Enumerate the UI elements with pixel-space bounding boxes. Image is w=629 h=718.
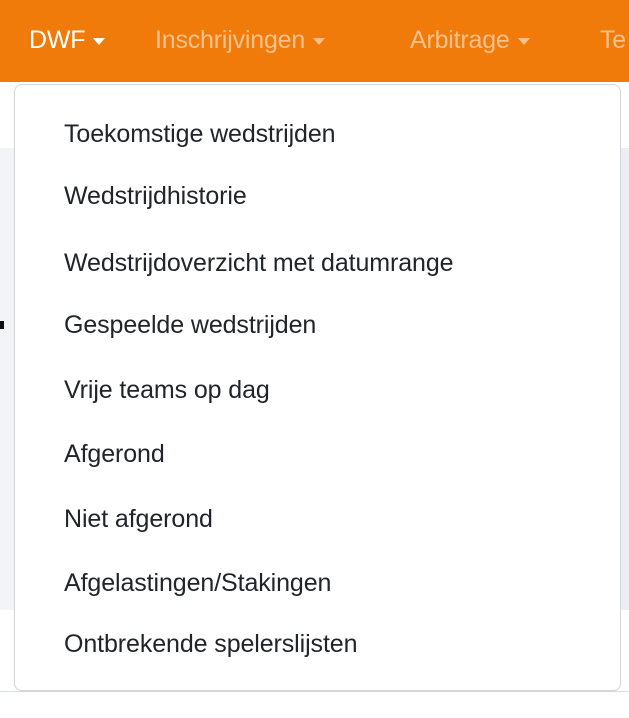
caret-down-icon xyxy=(93,37,106,45)
nav-item-partial[interactable]: Te xyxy=(600,21,626,59)
caret-down-icon xyxy=(517,37,530,45)
menu-item-wedstrijdhistorie[interactable]: Wedstrijdhistorie xyxy=(64,174,247,218)
menu-item-label: Ontbrekende spelerslijsten xyxy=(64,630,358,658)
nav-item-label: Inschrijvingen xyxy=(155,26,306,54)
page-background-edge xyxy=(620,148,629,610)
caret-down-icon xyxy=(313,37,326,45)
nav-item-arbitrage[interactable]: Arbitrage xyxy=(410,21,530,59)
nav-item-label: Te xyxy=(600,26,627,54)
menu-item-wedstrijdoverzicht-met-datumrange[interactable]: Wedstrijdoverzicht met datumrange xyxy=(64,241,454,285)
dwf-dropdown-menu: Toekomstige wedstrijden Wedstrijdhistori… xyxy=(14,84,621,691)
top-navbar: DWF Inschrijvingen Arbitrage Te xyxy=(0,0,629,82)
menu-item-toekomstige-wedstrijden[interactable]: Toekomstige wedstrijden xyxy=(64,112,336,156)
nav-item-label: DWF xyxy=(29,26,86,54)
menu-item-label: Gespeelde wedstrijden xyxy=(64,311,317,339)
menu-item-vrije-teams-op-dag[interactable]: Vrije teams op dag xyxy=(64,368,270,412)
menu-item-gespeelde-wedstrijden[interactable]: Gespeelde wedstrijden xyxy=(64,303,316,347)
menu-item-label: Vrije teams op dag xyxy=(64,376,270,404)
menu-item-label: Niet afgerond xyxy=(64,505,213,533)
menu-item-label: Afgerond xyxy=(64,440,165,468)
menu-item-label: Wedstrijdhistorie xyxy=(64,182,247,210)
menu-item-afgerond[interactable]: Afgerond xyxy=(64,432,165,476)
menu-item-afgelastingen-stakingen[interactable]: Afgelastingen/Stakingen xyxy=(64,561,331,605)
menu-item-ontbrekende-spelerslijsten[interactable]: Ontbrekende spelerslijsten xyxy=(64,622,358,666)
page-divider-line xyxy=(0,691,629,692)
menu-item-label: Toekomstige wedstrijden xyxy=(64,120,336,148)
menu-item-label: Wedstrijdoverzicht met datumrange xyxy=(64,249,454,277)
background-content-fragment xyxy=(0,321,4,329)
nav-item-inschrijvingen[interactable]: Inschrijvingen xyxy=(155,21,326,59)
nav-item-label: Arbitrage xyxy=(410,26,510,54)
nav-item-dwf[interactable]: DWF xyxy=(29,21,106,59)
menu-item-niet-afgerond[interactable]: Niet afgerond xyxy=(64,497,213,541)
menu-item-label: Afgelastingen/Stakingen xyxy=(64,569,332,597)
